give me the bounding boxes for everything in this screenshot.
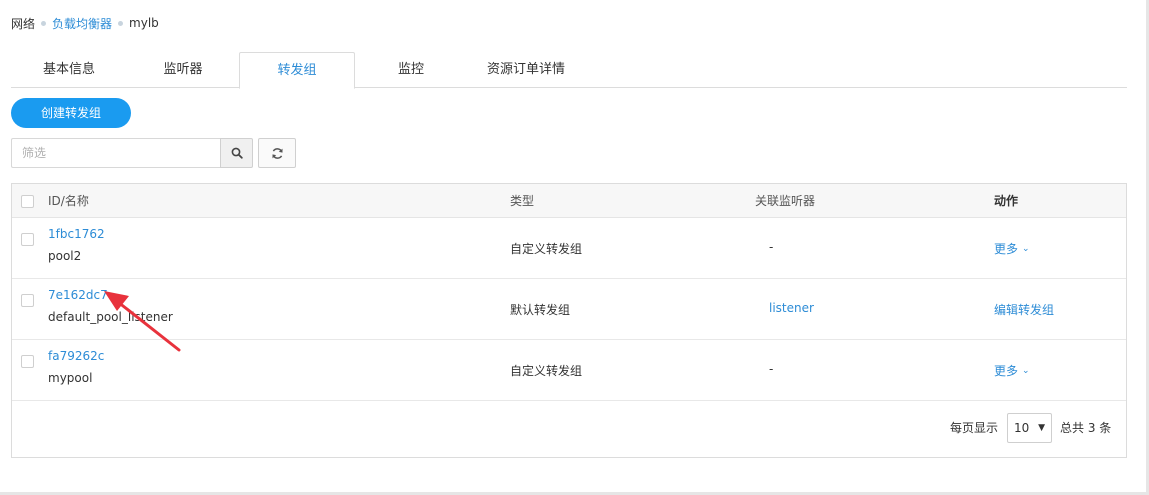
column-header-listener: 关联监听器 — [755, 194, 816, 208]
row-type: 自定义转发组 — [510, 242, 583, 256]
breadcrumb-load-balancer[interactable]: 负载均衡器 — [52, 15, 112, 32]
row-type: 自定义转发组 — [510, 364, 583, 378]
breadcrumb-separator — [118, 20, 124, 26]
search-icon — [231, 147, 243, 159]
row-listener: - — [769, 240, 774, 254]
row-name: pool2 — [48, 249, 82, 263]
tab-order-details[interactable]: 资源订单详情 — [467, 52, 585, 88]
table-row: 1fbc1762 pool2 自定义转发组 - 更多 ⌄ — [12, 218, 1126, 279]
row-id-link[interactable]: fa79262c — [48, 349, 104, 363]
forwarding-group-table: ID/名称 类型 关联监听器 动作 1fbc1762 pool2 自定义转发组 … — [11, 183, 1127, 458]
breadcrumb-network[interactable]: 网络 — [11, 15, 35, 32]
chevron-down-icon: ⌄ — [1022, 243, 1030, 254]
select-all-checkbox[interactable] — [21, 195, 34, 208]
column-header-type: 类型 — [510, 194, 535, 208]
breadcrumb: 网络 负载均衡器 mylb — [11, 14, 159, 32]
table-row: 7e162dc7 default_pool_listener 默认转发组 lis… — [12, 279, 1126, 340]
row-name: mypool — [48, 371, 93, 385]
create-forwarding-group-button[interactable]: 创建转发组 — [11, 98, 131, 128]
total-count: 总共 3 条 — [1060, 421, 1112, 435]
row-more-dropdown[interactable]: 更多 ⌄ — [994, 362, 1030, 379]
filter-input[interactable] — [11, 138, 221, 168]
tab-monitoring[interactable]: 监控 — [355, 52, 467, 88]
column-header-id-name: ID/名称 — [48, 194, 89, 208]
row-id-link[interactable]: 1fbc1762 — [48, 227, 105, 241]
row-id-link[interactable]: 7e162dc7 — [48, 288, 108, 302]
tab-bar: 基本信息 监听器 转发组 监控 资源订单详情 — [11, 52, 1127, 89]
row-checkbox[interactable] — [21, 233, 34, 246]
row-more-dropdown[interactable]: 更多 ⌄ — [994, 240, 1030, 257]
row-checkbox[interactable] — [21, 355, 34, 368]
tab-forwarding-groups[interactable]: 转发组 — [239, 52, 355, 89]
table-header: ID/名称 类型 关联监听器 动作 — [12, 184, 1126, 218]
row-name: default_pool_listener — [48, 310, 173, 324]
column-header-action: 动作 — [994, 194, 1019, 208]
refresh-button[interactable] — [258, 138, 296, 168]
breadcrumb-current: mylb — [129, 16, 159, 30]
tab-basic-info[interactable]: 基本信息 — [11, 52, 127, 88]
table-row: fa79262c mypool 自定义转发组 - 更多 ⌄ — [12, 340, 1126, 401]
more-label: 更多 — [994, 364, 1019, 378]
per-page-value: 10 — [1014, 421, 1030, 435]
search-button[interactable] — [220, 138, 253, 168]
tab-listeners[interactable]: 监听器 — [127, 52, 239, 88]
breadcrumb-separator — [41, 20, 47, 26]
more-label: 更多 — [994, 242, 1019, 256]
row-listener: - — [769, 362, 774, 376]
edit-forwarding-group-link[interactable]: 编辑转发组 — [994, 301, 1054, 318]
chevron-down-icon: ⌄ — [1022, 365, 1030, 376]
caret-down-icon: ▼ — [1038, 423, 1045, 433]
row-type: 默认转发组 — [510, 303, 571, 317]
row-checkbox[interactable] — [21, 294, 34, 307]
refresh-icon — [271, 147, 283, 159]
row-listener-link[interactable]: listener — [769, 301, 814, 315]
per-page-label: 每页显示 — [950, 421, 999, 435]
per-page-select[interactable]: 10 ▼ — [1007, 413, 1052, 443]
